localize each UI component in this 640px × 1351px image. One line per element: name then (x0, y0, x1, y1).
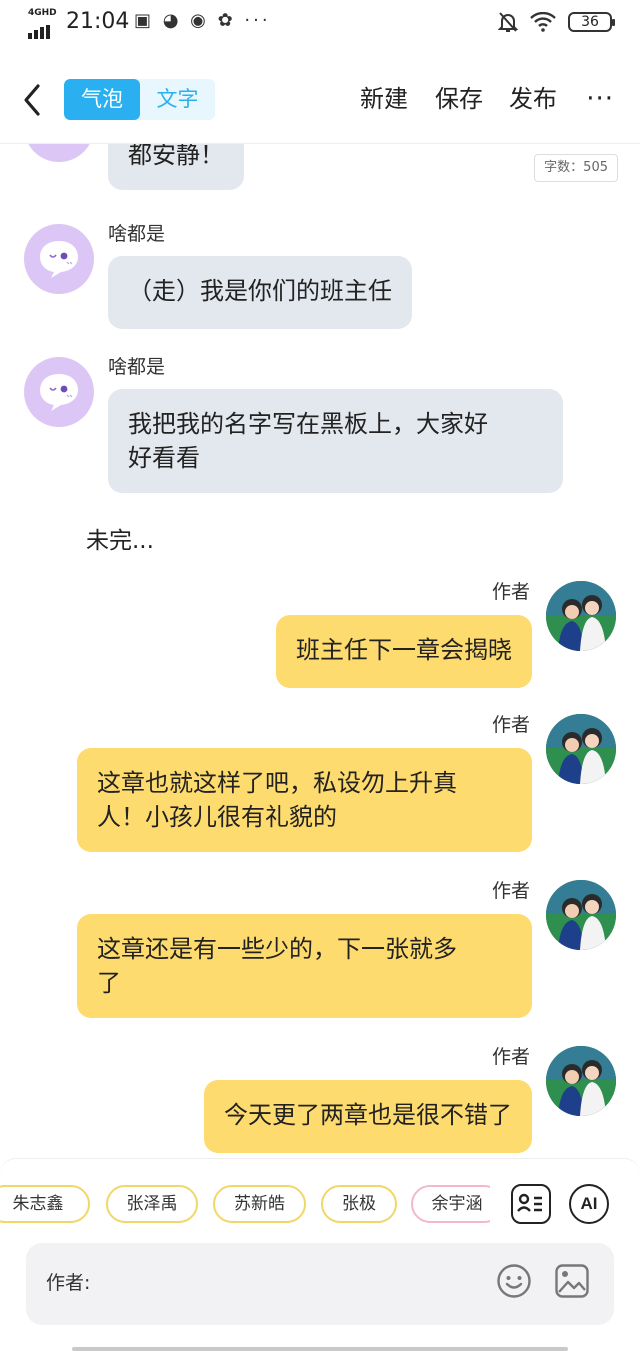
ai-button[interactable]: AI (569, 1184, 609, 1224)
home-indicator (72, 1347, 568, 1351)
chevron-left-icon (24, 84, 40, 116)
tab-bubble[interactable]: 气泡 (64, 79, 140, 120)
status-bar: 4GHD 21:04 ▣ ◕ ◉ ✿ ··· 36 (0, 0, 640, 44)
smiley-icon (497, 1264, 531, 1298)
contact-card-button[interactable] (511, 1184, 551, 1224)
message-text-line: 这章也就这样了吧，私设勿上升真 (97, 769, 457, 797)
sender-name: 啥都是 (108, 356, 166, 378)
chat-bubble-face-icon (40, 241, 78, 278)
signal-icon: 4GHD (28, 8, 58, 39)
character-avatar[interactable] (24, 357, 94, 427)
message-text-line: 人！小孩儿很有礼貌的 (97, 803, 337, 831)
image-button[interactable] (554, 1263, 590, 1299)
message-input[interactable]: 作者: (26, 1243, 614, 1325)
sender-name: 作者 (491, 880, 530, 902)
character-chip[interactable]: 张极 (321, 1185, 397, 1223)
editor-header: 气泡 文字 新建 保存 发布 ··· (0, 58, 640, 144)
battery-indicator: 36 (568, 12, 615, 32)
more-button[interactable]: ··· (586, 84, 614, 114)
word-count: 字数：505 (534, 154, 618, 182)
wifi-icon (530, 12, 556, 32)
speaker-label: 作者: (46, 1272, 91, 1294)
message-text-line: 这章还是有一些少的，下一张就多 (97, 935, 457, 963)
chat-bubble-left[interactable]: 都安静！ (108, 144, 244, 190)
chat-bubble-right[interactable]: 这章还是有一些少的，下一张就多 了 (77, 914, 532, 1018)
author-photo (546, 714, 616, 784)
message-text-line: 好看看 (128, 444, 200, 472)
mute-bell-icon (498, 12, 518, 32)
input-panel: 朱志鑫 张泽禹 苏新皓 张极 余宇涵 AI 作者: (0, 1158, 640, 1351)
message-text: 今天更了两章也是很不错了 (224, 1101, 512, 1129)
status-time: 21:04 (66, 9, 130, 34)
chat-bubble-right[interactable]: 班主任下一章会揭晓 (276, 615, 532, 688)
character-chip[interactable]: 张泽禹 (106, 1185, 198, 1223)
sender-name: 作者 (491, 714, 530, 736)
narration-text[interactable]: 未完... (86, 526, 154, 556)
save-button[interactable]: 保存 (435, 82, 483, 116)
author-photo (546, 880, 616, 950)
author-avatar[interactable] (546, 880, 616, 950)
chat-bubble-left[interactable]: 我把我的名字写在黑板上，大家好 好看看 (108, 389, 563, 493)
tab-text[interactable]: 文字 (140, 79, 215, 120)
character-chip-bar[interactable]: 朱志鑫 张泽禹 苏新皓 张极 余宇涵 (0, 1185, 490, 1225)
author-photo (546, 581, 616, 651)
sender-name: 啥都是 (108, 223, 166, 245)
image-icon (555, 1264, 589, 1298)
chat-content[interactable]: 字数：505 都安静！ 啥都是 （走）我是你们的班主任 啥都是 我把我的名字写在… (0, 144, 640, 1158)
chat-bubble-face-icon (40, 374, 78, 411)
network-type: 4GHD (28, 8, 57, 18)
message-text-line: 我把我的名字写在黑板上，大家好 (128, 410, 488, 438)
notification-icons: ▣ ◕ ◉ ✿ ··· (134, 10, 271, 31)
new-button[interactable]: 新建 (360, 82, 408, 116)
character-chip[interactable]: 苏新皓 (213, 1185, 306, 1223)
back-button[interactable] (18, 80, 48, 120)
author-avatar[interactable] (546, 581, 616, 651)
message-text-line: 了 (97, 969, 121, 997)
author-avatar[interactable] (546, 714, 616, 784)
sender-name: 作者 (491, 581, 530, 603)
character-avatar[interactable] (24, 224, 94, 294)
author-avatar[interactable] (546, 1046, 616, 1116)
message-text: （走）我是你们的班主任 (128, 277, 392, 305)
chat-bubble-left[interactable]: （走）我是你们的班主任 (108, 256, 412, 329)
chat-bubble-right[interactable]: 今天更了两章也是很不错了 (204, 1080, 532, 1153)
character-chip[interactable]: 余宇涵 (411, 1185, 490, 1223)
emoji-button[interactable] (496, 1263, 532, 1299)
character-avatar[interactable] (24, 144, 94, 162)
mode-toggle: 气泡 文字 (64, 79, 215, 120)
sender-name: 作者 (491, 1046, 530, 1068)
contact-card-icon (517, 1193, 542, 1212)
chat-bubble-right[interactable]: 这章也就这样了吧，私设勿上升真 人！小孩儿很有礼貌的 (77, 748, 532, 852)
author-photo (546, 1046, 616, 1116)
character-chip[interactable]: 朱志鑫 (0, 1185, 90, 1223)
message-text: 都安静！ (128, 144, 224, 169)
publish-button[interactable]: 发布 (509, 82, 557, 116)
message-text: 班主任下一章会揭晓 (296, 636, 512, 664)
